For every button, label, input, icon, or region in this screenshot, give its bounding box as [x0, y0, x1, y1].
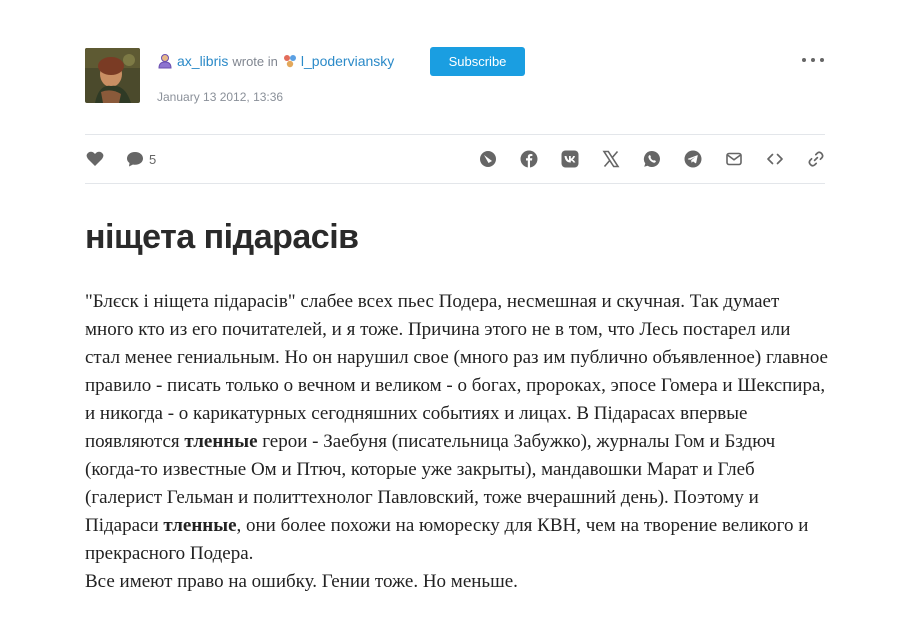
dot-icon	[811, 58, 815, 62]
dot-icon	[820, 58, 824, 62]
body-paragraph: "Блєск і ніщета підарасів" слабее всех п…	[85, 291, 828, 564]
divider-bottom	[85, 183, 825, 184]
whatsapp-icon[interactable]	[642, 149, 662, 169]
livejournal-icon[interactable]	[478, 149, 498, 169]
x-icon[interactable]	[601, 149, 621, 169]
post-actions: 5	[85, 149, 156, 169]
telegram-icon[interactable]	[683, 149, 703, 169]
post-date: January 13 2012, 13:36	[157, 90, 284, 104]
community-link[interactable]: l_poderviansky	[301, 53, 394, 69]
comments-count[interactable]: 5	[149, 152, 156, 167]
bold-word: тленные	[184, 431, 258, 452]
post-meta: ax_libris wrote in l_poderviansky	[157, 52, 394, 70]
email-icon[interactable]	[724, 149, 744, 169]
post-title: ніщета підарасів	[85, 218, 359, 256]
heart-icon[interactable]	[85, 149, 105, 169]
author-link[interactable]: ax_libris	[177, 53, 228, 69]
post-body: "Блєск і ніщета підарасів" слабее всех п…	[85, 288, 830, 596]
link-icon[interactable]	[806, 149, 826, 169]
body-paragraph: Все имеют право на ошибку. Гении тоже. Н…	[85, 571, 518, 592]
divider-top	[85, 134, 825, 135]
facebook-icon[interactable]	[519, 149, 539, 169]
user-icon	[157, 53, 173, 69]
vk-icon[interactable]	[560, 149, 580, 169]
comment-icon[interactable]	[125, 149, 145, 169]
embed-icon[interactable]	[765, 149, 785, 169]
dot-icon	[802, 58, 806, 62]
subscribe-button[interactable]: Subscribe	[430, 47, 525, 76]
wrote-in-label: wrote in	[232, 53, 278, 69]
community-icon	[282, 53, 298, 69]
bold-word: тленные	[163, 515, 237, 536]
more-options-button[interactable]	[802, 52, 824, 68]
author-avatar[interactable]	[85, 48, 140, 103]
